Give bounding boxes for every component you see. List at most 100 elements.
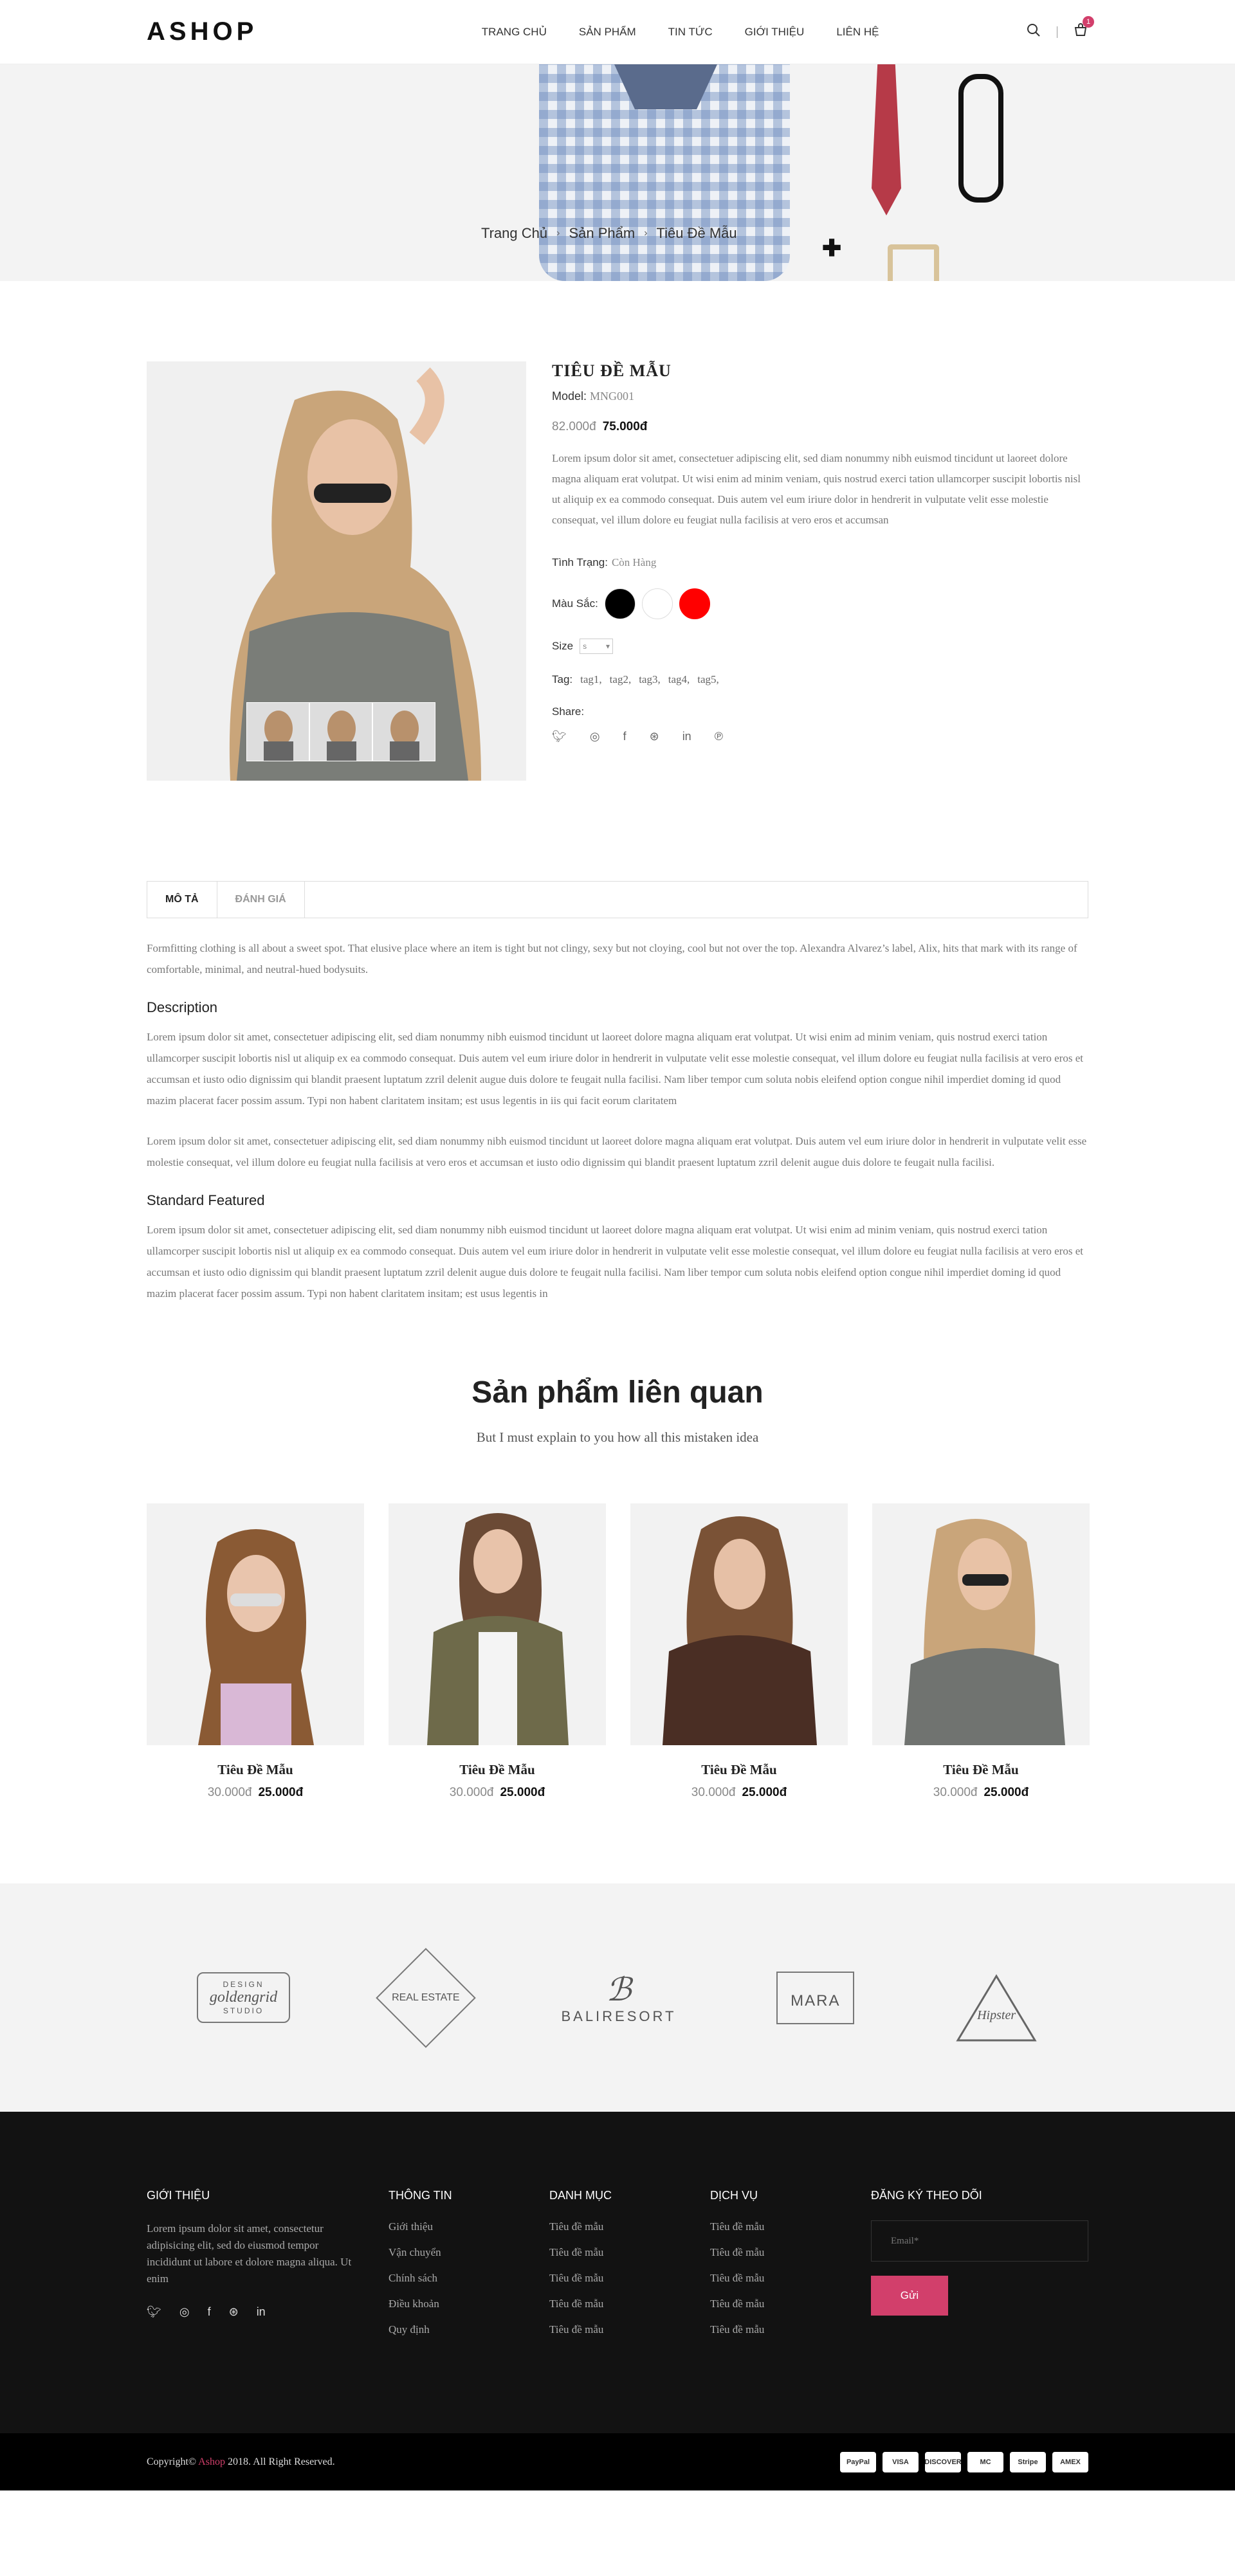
subscribe-button[interactable]: Gửi xyxy=(871,2276,948,2316)
footer-heading: THÔNG TIN xyxy=(389,2189,452,2202)
site-logo[interactable]: ASHOP xyxy=(147,17,257,46)
facebook-icon[interactable]: f xyxy=(208,2305,211,2319)
product-card-image[interactable] xyxy=(872,1503,1090,1745)
chevron-down-icon: ▾ xyxy=(606,642,610,651)
color-swatch-black[interactable] xyxy=(604,588,636,619)
product-card-image[interactable] xyxy=(389,1503,606,1745)
footer-heading: GIỚI THIỆU xyxy=(147,2189,210,2202)
footer-link[interactable]: Tiêu đề mẫu xyxy=(710,2272,871,2285)
related-subtitle: But I must explain to you how all this m… xyxy=(476,1429,759,1445)
product-price: 82.000đ 75.000đ xyxy=(552,420,1088,434)
old-price: 82.000đ xyxy=(552,420,596,433)
thumbnail-1[interactable] xyxy=(246,702,309,761)
footer-link[interactable]: Tiêu đề mẫu xyxy=(549,2323,710,2336)
footer-link[interactable]: Tiêu đề mẫu xyxy=(549,2272,710,2285)
twitter-icon[interactable]: 🐦︎ xyxy=(552,730,567,743)
breadcrumb-products[interactable]: Sản Phẩm xyxy=(569,225,635,242)
product-card[interactable]: Tiêu Đề Mẫu 30.000đ 25.000đ xyxy=(147,1503,364,1800)
footer-link[interactable]: Tiêu đề mẫu xyxy=(710,2220,871,2233)
brand-logo-baliresort[interactable]: ℬ BALIRESORT xyxy=(561,1971,676,2025)
footer-link[interactable]: Vận chuyển xyxy=(389,2246,549,2259)
new-price: 75.000đ xyxy=(602,420,648,433)
product-card-price: 30.000đ 25.000đ xyxy=(872,1786,1090,1800)
related-title: Sản phẩm liên quan xyxy=(471,1375,764,1410)
product-card-image[interactable] xyxy=(630,1503,848,1745)
brand-logo-mara[interactable]: MARA xyxy=(776,1971,855,2024)
dribbble-icon[interactable]: ⊛ xyxy=(650,730,659,743)
share-icons: 🐦︎ ◎ f ⊛ in ℗ xyxy=(552,730,1088,743)
footer-link[interactable]: Quy định xyxy=(389,2323,549,2336)
footer-link[interactable]: Tiêu đề mẫu xyxy=(549,2220,710,2233)
color-swatch-red[interactable] xyxy=(679,588,710,619)
nav-item-home[interactable]: TRANG CHỦ xyxy=(482,26,547,39)
main-nav: TRANG CHỦ SẢN PHẨM TIN TỨC GIỚI THIỆU LI… xyxy=(482,26,879,39)
chevron-right-icon: › xyxy=(556,228,560,239)
facebook-icon[interactable]: f xyxy=(623,730,627,743)
product-card-name[interactable]: Tiêu Đề Mẫu xyxy=(872,1762,1090,1778)
footer-link[interactable]: Tiêu đề mẫu xyxy=(549,2298,710,2310)
instagram-icon[interactable]: ◎ xyxy=(179,2305,190,2319)
banner-glasses-image xyxy=(958,74,1003,203)
nav-item-news[interactable]: TIN TỨC xyxy=(668,26,713,39)
copyright-brand[interactable]: Ashop xyxy=(198,2456,225,2467)
search-icon[interactable] xyxy=(1026,23,1041,41)
tab-reviews[interactable]: ĐÁNH GIÁ xyxy=(217,882,305,918)
dribbble-icon[interactable]: ⊛ xyxy=(229,2305,239,2319)
product-card-name[interactable]: Tiêu Đề Mẫu xyxy=(389,1762,606,1778)
banner-tie-image xyxy=(872,64,901,215)
footer-link[interactable]: Tiêu đề mẫu xyxy=(710,2246,871,2259)
brand-text: STUDIO xyxy=(223,2006,264,2015)
footer-about: GIỚI THIỆU Lorem ipsum dolor sit amet, c… xyxy=(147,2189,389,2349)
breadcrumb-home[interactable]: Trang Chủ xyxy=(481,225,547,242)
nav-item-products[interactable]: SẢN PHẨM xyxy=(579,26,636,39)
tab-description[interactable]: MÔ TẢ xyxy=(147,882,217,918)
brand-text: goldengrid xyxy=(209,1989,278,2006)
product-tabs: MÔ TẢ ĐÁNH GIÁ xyxy=(147,881,1088,918)
tab-content: Formfitting clothing is all about a swee… xyxy=(147,918,1088,1304)
tag-link[interactable]: tag4, xyxy=(668,673,690,686)
twitter-icon[interactable]: 🐦︎ xyxy=(147,2305,161,2319)
product-card[interactable]: Tiêu Đề Mẫu 30.000đ 25.000đ xyxy=(630,1503,848,1800)
tag-link[interactable]: tag2, xyxy=(610,673,632,686)
footer-link[interactable]: Tiêu đề mẫu xyxy=(710,2323,871,2336)
size-selector: Size s ▾ xyxy=(552,639,1088,654)
footer-link[interactable]: Điều khoản xyxy=(389,2298,549,2310)
brand-text: DESIGN xyxy=(223,1980,264,1989)
discover-icon: DISCOVER xyxy=(924,2451,962,2472)
tag-link[interactable]: tag5, xyxy=(697,673,719,686)
product-main-image[interactable] xyxy=(147,361,526,781)
tag-link[interactable]: tag3, xyxy=(639,673,661,686)
brand-logo-hipster[interactable]: Hipster xyxy=(955,1973,1038,2041)
product-card[interactable]: Tiêu Đề Mẫu 30.000đ 25.000đ xyxy=(872,1503,1090,1800)
footer-link[interactable]: Chính sách xyxy=(389,2272,549,2285)
product-card-name[interactable]: Tiêu Đề Mẫu xyxy=(630,1762,848,1778)
copyright-suffix: 2018. All Right Reserved. xyxy=(227,2456,335,2467)
linkedin-icon[interactable]: in xyxy=(682,730,691,743)
nav-item-about[interactable]: GIỚI THIỆU xyxy=(745,26,805,39)
brand-logo-goldengrid[interactable]: DESIGN goldengrid STUDIO xyxy=(196,1972,291,2023)
brand-logo-real-estate[interactable]: REAL ESTATE xyxy=(376,1947,476,2048)
footer-heading: DANH MỤC xyxy=(549,2189,612,2202)
product-title: TIÊU ĐỀ MẪU xyxy=(552,361,672,380)
cart-icon[interactable]: 1 xyxy=(1073,16,1094,41)
size-select[interactable]: s ▾ xyxy=(580,639,614,654)
email-field[interactable]: Email* xyxy=(871,2220,1088,2262)
footer-info: THÔNG TIN Giới thiệu Vận chuyển Chính sá… xyxy=(389,2189,549,2349)
paypal-icon: PayPal xyxy=(840,2451,876,2472)
color-swatch-white[interactable] xyxy=(641,588,673,619)
thumbnail-3[interactable] xyxy=(372,702,435,761)
product-card-image[interactable] xyxy=(147,1503,364,1745)
thumbnail-2[interactable] xyxy=(309,702,372,761)
footer-link[interactable]: Giới thiệu xyxy=(389,2220,549,2233)
footer-link[interactable]: Tiêu đề mẫu xyxy=(549,2246,710,2259)
tag-link[interactable]: tag1, xyxy=(580,673,602,686)
instagram-icon[interactable]: ◎ xyxy=(590,730,600,743)
description-heading: Description xyxy=(147,999,218,1015)
footer-link[interactable]: Tiêu đề mẫu xyxy=(710,2298,871,2310)
linkedin-icon[interactable]: in xyxy=(257,2305,266,2319)
nav-item-contact[interactable]: LIÊN HỆ xyxy=(836,26,879,39)
copyright-prefix: Copyright© xyxy=(147,2456,197,2467)
product-card[interactable]: Tiêu Đề Mẫu 30.000đ 25.000đ xyxy=(389,1503,606,1800)
product-card-name[interactable]: Tiêu Đề Mẫu xyxy=(147,1762,364,1778)
pinterest-icon[interactable]: ℗ xyxy=(715,730,723,743)
